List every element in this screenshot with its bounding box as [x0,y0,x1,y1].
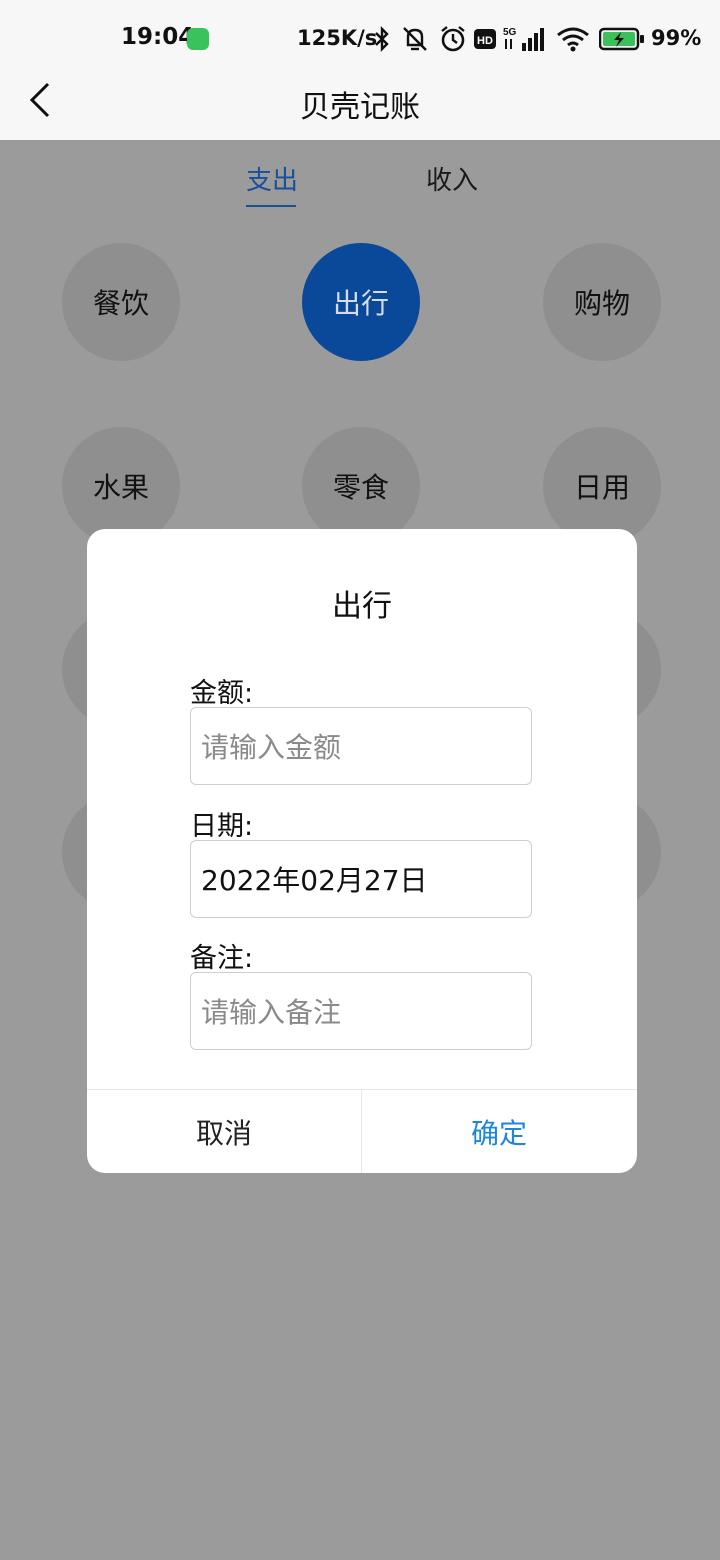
tab-indicator [246,205,296,207]
bluetooth-icon [372,24,392,54]
app-icon [187,28,209,50]
battery-percent: 99% [651,26,702,50]
category-snacks[interactable]: 零食 [302,427,420,545]
network-speed: 125K/s [297,26,378,50]
hd-icon: HD [473,24,497,54]
cancel-button[interactable]: 取消 [87,1090,361,1173]
wifi-icon [555,24,591,54]
status-time: 19:04 [121,24,195,50]
tab-income[interactable]: 收入 [426,160,478,197]
status-bar: 19:04 125K/s HD 5G 99% [0,0,720,78]
category-daily[interactable]: 日用 [543,427,661,545]
category-travel[interactable]: 出行 [302,243,420,361]
tab-expense[interactable]: 支出 [246,160,298,197]
category-fruit[interactable]: 水果 [62,427,180,545]
svg-text:HD: HD [477,35,493,47]
category-dining[interactable]: 餐饮 [62,243,180,361]
signal-icon: 5G [502,24,548,54]
note-input[interactable]: 请输入备注 [190,972,532,1050]
network-type: 5G [503,27,517,38]
battery-icon [598,24,646,54]
date-field[interactable]: 2022年02月27日 [190,840,532,918]
category-shopping[interactable]: 购物 [543,243,661,361]
amount-label: 金额: [190,678,254,709]
note-label: 备注: [190,943,254,974]
dialog-title: 出行 [332,589,392,624]
app-header: 贝壳记账 [0,78,720,140]
confirm-button[interactable]: 确定 [362,1090,636,1173]
mute-icon [399,24,431,54]
amount-input[interactable]: 请输入金额 [190,707,532,785]
record-dialog: 出行 金额: 请输入金额 日期: 2022年02月27日 备注: 请输入备注 取… [87,529,637,1173]
date-label: 日期: [190,811,254,842]
page-title: 贝壳记账 [300,90,420,125]
alarm-icon [438,24,468,54]
